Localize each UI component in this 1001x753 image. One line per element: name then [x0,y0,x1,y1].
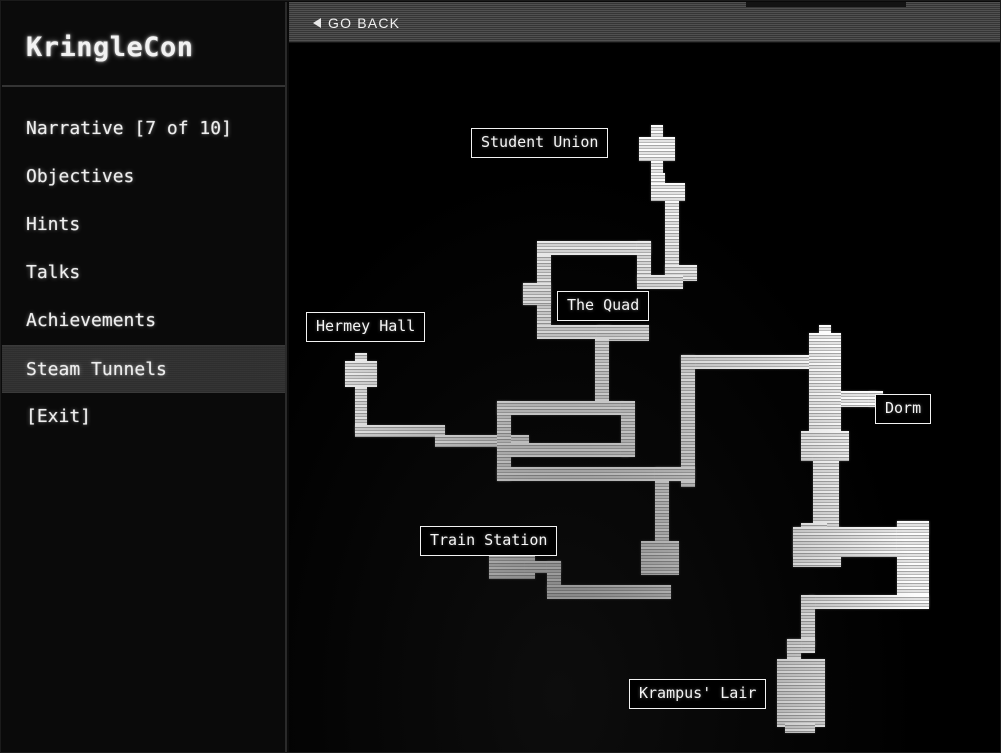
map-canvas: Student Union The Quad Hermey Hall Dorm Trai… [289,43,1000,752]
map-label-dorm[interactable]: Dorm [875,394,932,424]
sidebar-item-achievements[interactable]: Achievements [2,297,285,345]
sidebar-item-label: Talks [26,262,81,283]
tunnel-segment [595,339,609,401]
tunnel-segment [809,595,929,609]
sidebar-item-narrative[interactable]: Narrative [7 of 10] [2,105,285,153]
content-area: GO BACK Student Union The Quad Hermey Hall… [289,2,1000,752]
kringlecon-window: KringleCon Narrative [7 of 10] Objective… [0,0,1001,753]
sidebar-item-label: Narrative [7 of 10] [26,118,232,139]
sidebar-item-label: Achievements [26,310,157,331]
sidebar-item-hints[interactable]: Hints [2,201,285,249]
sidebar-item-label: [Exit] [26,406,92,427]
tunnel-segment [537,241,651,255]
tunnel-segment [523,283,551,305]
tunnel-segment [345,361,377,387]
tunnel-segment [655,481,669,547]
sidebar-nav: Narrative [7 of 10] Objectives Hints Tal… [2,87,285,441]
tunnel-segment [637,275,683,289]
sidebar-item-steam-tunnels[interactable]: Steam Tunnels [2,345,285,393]
sidebar-item-talks[interactable]: Talks [2,249,285,297]
tunnel-segment [639,137,675,161]
tunnel-segment [651,183,685,201]
sidebar-item-label: Objectives [26,166,135,187]
tunnel-segment [641,541,679,575]
page-title: KringleCon [26,32,194,63]
map-label-student-union[interactable]: Student Union [471,128,609,158]
sidebar-item-label: Steam Tunnels [26,359,167,380]
tunnel-segment [651,173,665,183]
sidebar-item-objectives[interactable]: Objectives [2,153,285,201]
tunnel-segment [497,443,629,457]
sidebar: KringleCon Narrative [7 of 10] Objective… [2,2,287,752]
sidebar-item-label: Hints [26,214,81,235]
tunnel-segment [547,585,671,599]
sidebar-item-exit[interactable]: [Exit] [2,393,285,441]
tunnel-segment [497,401,623,415]
tunnel-segment [651,161,663,173]
go-back-button[interactable]: GO BACK [313,12,400,34]
tunnel-segment [651,125,663,137]
map-label-the-quad[interactable]: The Quad [557,291,650,321]
tunnel-segment [785,723,815,733]
map-label-train-station[interactable]: Train Station [420,526,558,556]
map-label-krampus-lair[interactable]: Krampus' Lair [629,679,767,709]
go-back-label: GO BACK [328,15,401,31]
tunnel-segment [777,659,825,727]
brand-panel: KringleCon [2,2,285,87]
topbar-notch [746,2,906,7]
top-bar: GO BACK [289,2,1000,43]
tunnel-segment [655,467,695,481]
tunnel-segment [813,455,839,527]
map-label-hermey-hall[interactable]: Hermey Hall [306,312,426,342]
tunnel-segment [355,425,445,437]
tunnel-segment [621,401,635,457]
tunnel-segment [665,201,679,275]
steam-tunnels-map[interactable]: Student Union The Quad Hermey Hall Dorm Trai… [289,43,1000,752]
triangle-left-icon [313,18,321,28]
